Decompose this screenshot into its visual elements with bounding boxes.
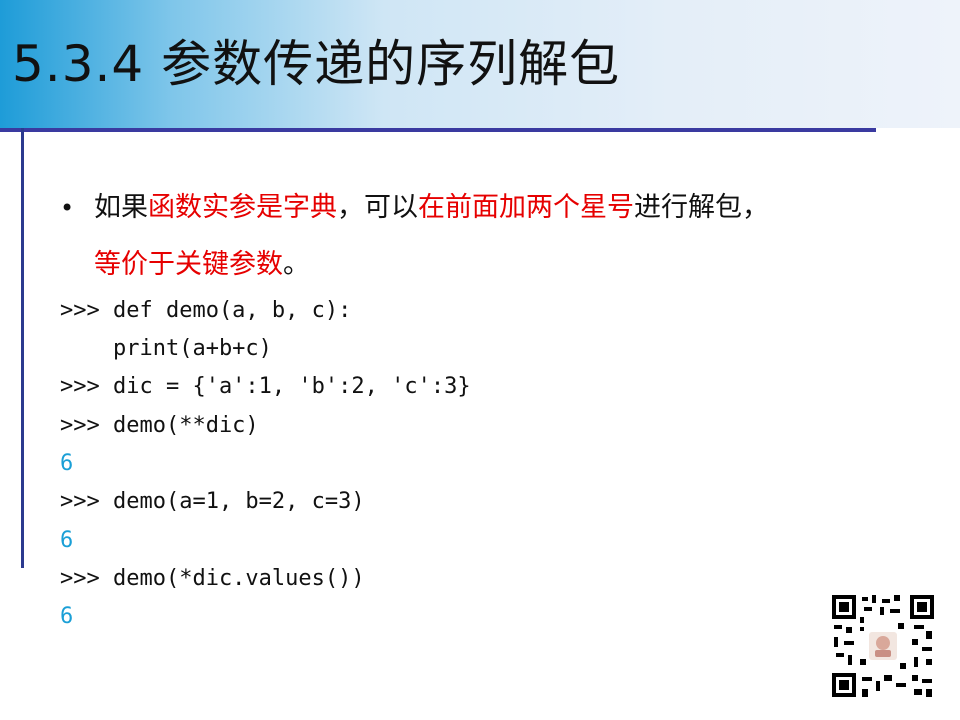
bullet-line-1: • 如果函数实参是字典，可以在前面加两个星号进行解包， bbox=[60, 188, 769, 228]
slide-title: 5.3.4 参数传递的序列解包 bbox=[12, 35, 621, 93]
bullet-text-1d: 在前面加两个星号 bbox=[418, 192, 634, 223]
bullet-text-2b: 。 bbox=[283, 249, 310, 280]
bullet-text-1b: 函数实参是字典 bbox=[148, 192, 337, 223]
bullet-text-1c: ，可以 bbox=[337, 192, 418, 223]
left-accent-line bbox=[21, 128, 24, 568]
bullet-dot: • bbox=[60, 194, 75, 222]
code-line: >>> def demo(a, b, c): bbox=[60, 298, 352, 323]
code-line: >>> demo(**dic) bbox=[60, 413, 259, 438]
code-output: 6 bbox=[60, 528, 74, 553]
bullet-text-1a: 如果 bbox=[94, 192, 148, 223]
code-output: 6 bbox=[60, 451, 74, 476]
qr-code-icon bbox=[830, 593, 936, 699]
bullet-text-2a: 等价于关键参数 bbox=[94, 249, 283, 280]
bullet-text-1e: 进行解包， bbox=[634, 192, 769, 223]
code-line: >>> demo(*dic.values()) bbox=[60, 566, 365, 591]
code-line: print(a+b+c) bbox=[60, 336, 272, 361]
bullet-line-2: 等价于关键参数。 bbox=[94, 245, 310, 285]
title-underline bbox=[0, 128, 876, 132]
code-line: >>> dic = {'a':1, 'b':2, 'c':3} bbox=[60, 374, 471, 399]
code-line: >>> demo(a=1, b=2, c=3) bbox=[60, 489, 365, 514]
code-output: 6 bbox=[60, 604, 74, 629]
